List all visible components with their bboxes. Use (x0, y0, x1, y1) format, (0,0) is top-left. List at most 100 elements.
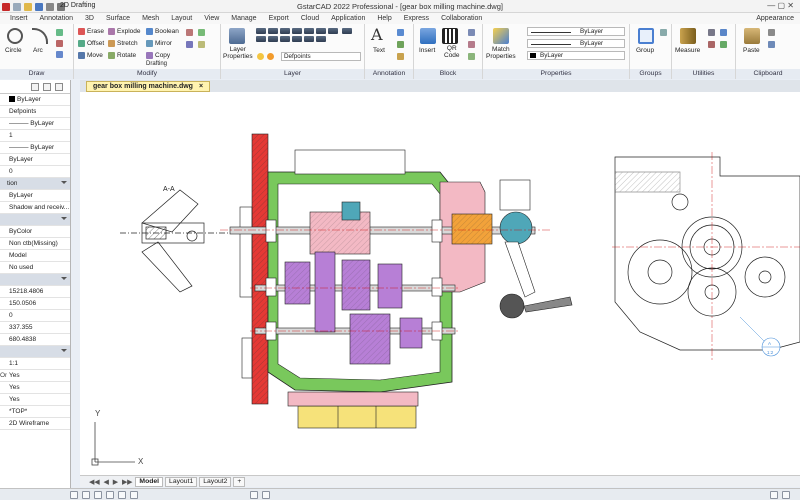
properties-category-header[interactable] (0, 214, 70, 226)
calculator-icon[interactable] (708, 29, 715, 36)
tab-layout[interactable]: Layout (165, 13, 198, 24)
tab-view[interactable]: View (198, 13, 225, 24)
current-layer-dropdown[interactable]: Defpoints (281, 52, 361, 61)
close-tab-icon[interactable]: × (199, 82, 203, 91)
property-row[interactable]: 2D Wireframe (0, 418, 70, 430)
tab-appearance[interactable]: Appearance (750, 13, 800, 24)
arc-button-label[interactable]: Arc (33, 47, 43, 54)
next-layout-nav[interactable]: ▶ (112, 478, 119, 486)
fullscreen-icon[interactable] (770, 491, 778, 499)
tab-manage[interactable]: Manage (225, 13, 262, 24)
properties-category-header[interactable]: tion (0, 178, 70, 190)
measure-icon[interactable] (680, 28, 696, 44)
cad-drawing[interactable]: A-A A 1:2 Y X (80, 92, 800, 475)
tab-insert[interactable]: Insert (4, 13, 34, 24)
tab-express[interactable]: Express (398, 13, 435, 24)
property-row[interactable]: Yes (0, 394, 70, 406)
text-icon[interactable]: A (371, 27, 387, 43)
tab-layout1[interactable]: Layout1 (165, 476, 198, 487)
boolean-button[interactable]: Boolean (146, 28, 179, 35)
tab-model[interactable]: Model (135, 476, 164, 487)
circle-icon[interactable] (7, 28, 23, 44)
object-snap-icon[interactable] (118, 491, 126, 499)
property-row[interactable]: 15218.4806 (0, 286, 70, 298)
property-row[interactable]: 0 (0, 310, 70, 322)
circle-button-label[interactable]: Circle (5, 47, 22, 54)
rectangle-tool-icon[interactable] (56, 40, 63, 47)
add-layout-button[interactable]: + (233, 476, 246, 487)
tab-application[interactable]: Application (325, 13, 371, 24)
copy-button[interactable]: Copy (146, 52, 170, 59)
cut-icon[interactable] (768, 29, 775, 36)
rotate-button[interactable]: Rotate (108, 52, 136, 59)
measure-button-label[interactable]: Measure (675, 47, 700, 54)
property-row[interactable]: ——— ByLayer (0, 118, 70, 130)
property-row[interactable]: Model (0, 250, 70, 262)
group-button-label[interactable]: Group (636, 47, 654, 54)
property-row[interactable]: 1:1 (0, 358, 70, 370)
property-row[interactable]: ByLayer (0, 190, 70, 202)
property-row[interactable]: No used (0, 262, 70, 274)
insert-block-icon[interactable] (420, 28, 436, 44)
select-objects-icon[interactable] (31, 83, 39, 91)
properties-category-header[interactable] (0, 274, 70, 286)
text-button-label[interactable]: Text (373, 47, 385, 54)
table-icon[interactable] (397, 53, 404, 60)
property-row[interactable]: ByLayer (0, 94, 70, 106)
lineweight-toggle-icon[interactable] (130, 491, 138, 499)
paste-icon[interactable] (744, 28, 760, 44)
lineweight-dropdown[interactable]: ByLayer (527, 51, 625, 60)
array-icon[interactable] (186, 41, 193, 48)
match-properties-icon[interactable] (493, 28, 509, 44)
quick-select-icon[interactable] (720, 41, 727, 48)
ortho-mode-icon[interactable] (94, 491, 102, 499)
paste-button-label[interactable]: Paste (743, 47, 760, 54)
properties-category-header[interactable] (0, 346, 70, 358)
trim-icon[interactable] (186, 29, 193, 36)
property-row[interactable]: 0 (0, 166, 70, 178)
quick-select-palette-icon[interactable] (43, 83, 51, 91)
select-all-icon[interactable] (720, 29, 727, 36)
dimension-icon[interactable] (397, 29, 404, 36)
qr-code-button-label[interactable]: QR Code (444, 45, 460, 59)
drawing-canvas[interactable]: A-A A 1:2 Y X (80, 92, 800, 475)
property-row[interactable]: On Yes (0, 370, 70, 382)
fillet-icon[interactable] (198, 29, 205, 36)
ungroup-icon[interactable] (660, 29, 667, 36)
property-row[interactable]: 150.0506 (0, 298, 70, 310)
match-properties-button-label[interactable]: Match Properties (486, 46, 516, 60)
workspace-switch-icon[interactable] (262, 491, 270, 499)
arc-icon[interactable] (32, 28, 48, 44)
attribute-icon[interactable] (468, 53, 475, 60)
tab-3d[interactable]: 3D (79, 13, 100, 24)
previous-layout-nav[interactable]: ◀ (102, 478, 109, 486)
property-row[interactable]: Non ctb(Missing) (0, 238, 70, 250)
grid-mode-icon[interactable] (82, 491, 90, 499)
stretch-button[interactable]: Stretch (108, 40, 138, 47)
tab-layout2[interactable]: Layout2 (199, 476, 232, 487)
layer-properties-button-label[interactable]: Layer Properties (223, 46, 253, 60)
tab-help[interactable]: Help (371, 13, 397, 24)
insert-button-label[interactable]: Insert (419, 47, 435, 54)
property-row[interactable]: ByLayer (0, 154, 70, 166)
last-layout-nav[interactable]: ▶▶ (121, 478, 133, 486)
tab-annotation[interactable]: Annotation (34, 13, 79, 24)
mirror-button[interactable]: Mirror (146, 40, 172, 47)
copy-clipboard-icon[interactable] (768, 41, 775, 48)
group-icon[interactable] (638, 28, 654, 44)
layer-state-icons[interactable] (255, 28, 363, 44)
polar-tracking-icon[interactable] (106, 491, 114, 499)
property-row[interactable]: Shadow and receiv... (0, 202, 70, 214)
move-button[interactable]: Move (78, 52, 103, 59)
annotation-scale-icon[interactable] (250, 491, 258, 499)
customize-icon[interactable] (782, 491, 790, 499)
layer-properties-icon[interactable] (229, 28, 245, 44)
line-tool-icon[interactable] (56, 29, 63, 36)
pickadd-toggle-icon[interactable] (55, 83, 63, 91)
explode-button[interactable]: Explode (108, 28, 141, 35)
qr-code-icon[interactable] (442, 28, 458, 44)
property-row[interactable]: 337.355 (0, 322, 70, 334)
offset-button[interactable]: Offset (78, 40, 104, 47)
leader-icon[interactable] (397, 41, 404, 48)
first-layout-nav[interactable]: ◀◀ (88, 478, 100, 486)
